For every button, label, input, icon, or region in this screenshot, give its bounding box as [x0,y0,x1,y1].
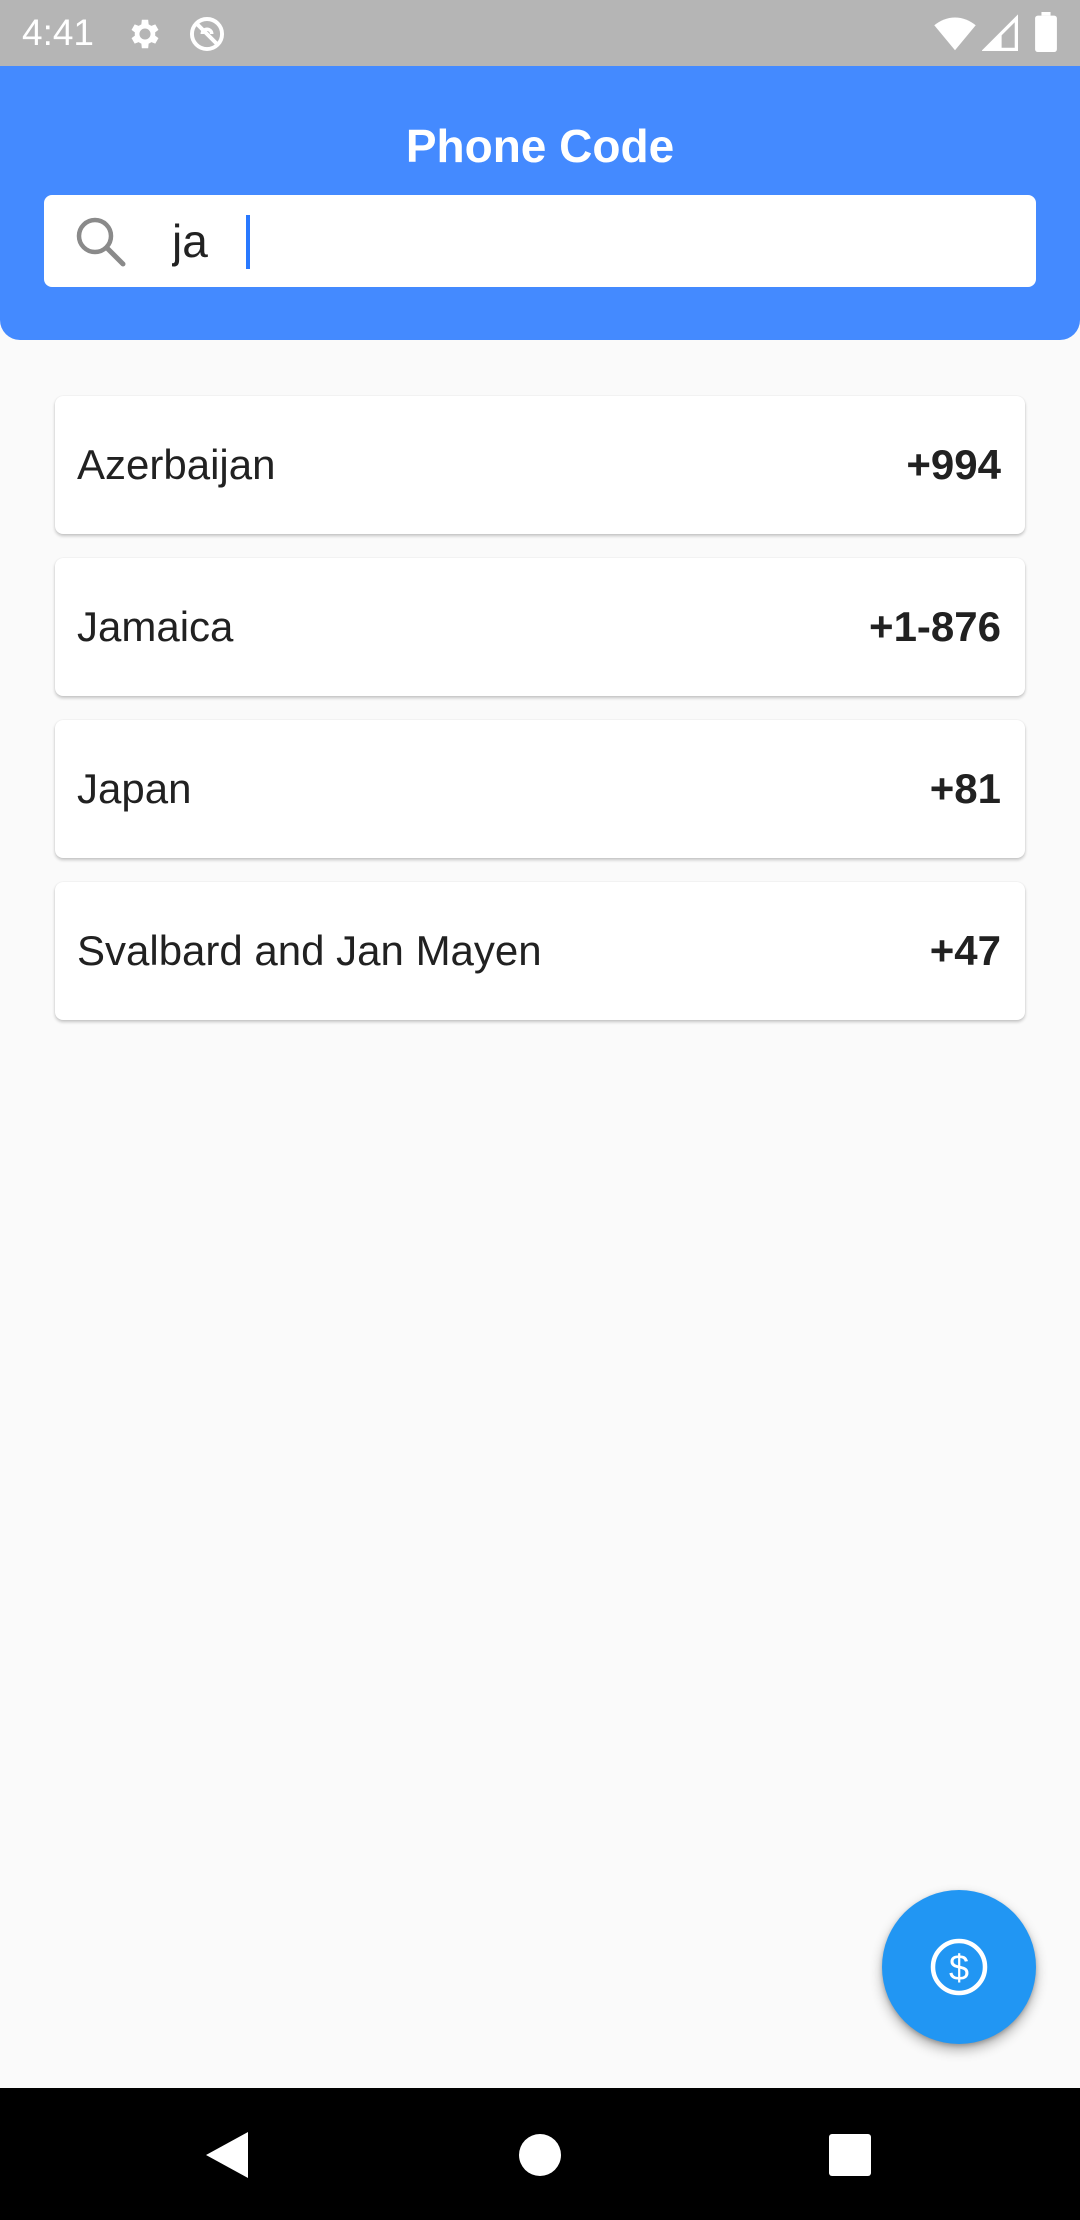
list-item[interactable]: Azerbaijan +994 [55,396,1025,534]
list-item[interactable]: Svalbard and Jan Mayen +47 [55,882,1025,1020]
country-code: +47 [929,927,1001,974]
country-name: Jamaica [77,603,234,650]
search-input[interactable] [172,209,992,273]
list-item[interactable]: Jamaica +1-876 [55,558,1025,696]
status-time: 4:41 [22,12,95,53]
svg-text:$: $ [949,1947,969,1988]
country-code: +81 [929,765,1001,812]
cellular-signal-icon [981,14,1018,57]
result-list: Azerbaijan +994 Jamaica +1-876 Japan +81… [55,396,1025,1044]
text-cursor [246,215,250,269]
country-name: Japan [77,765,192,812]
wifi-icon [934,14,976,57]
country-name: Svalbard and Jan Mayen [77,927,542,974]
home-icon[interactable] [513,2128,567,2182]
list-item[interactable]: Japan +81 [55,720,1025,858]
navigation-bar [0,2088,1080,2220]
battery-icon [1034,12,1058,57]
country-name: Azerbaijan [77,441,276,488]
search-box[interactable] [44,195,1036,287]
country-code: +1-876 [869,603,1001,650]
currency-fab-button[interactable]: $ [882,1890,1036,2044]
dollar-circle-icon: $ [929,1937,989,1997]
recents-icon[interactable] [823,2128,877,2182]
search-icon [72,213,128,269]
country-code: +994 [906,441,1001,488]
app-bar: Phone Code [0,66,1080,340]
page-title: Phone Code [405,120,675,172]
back-icon[interactable] [200,2128,254,2182]
gear-icon [126,15,164,58]
do-not-disturb-icon [188,15,226,58]
status-bar: 4:41 [0,0,1080,66]
